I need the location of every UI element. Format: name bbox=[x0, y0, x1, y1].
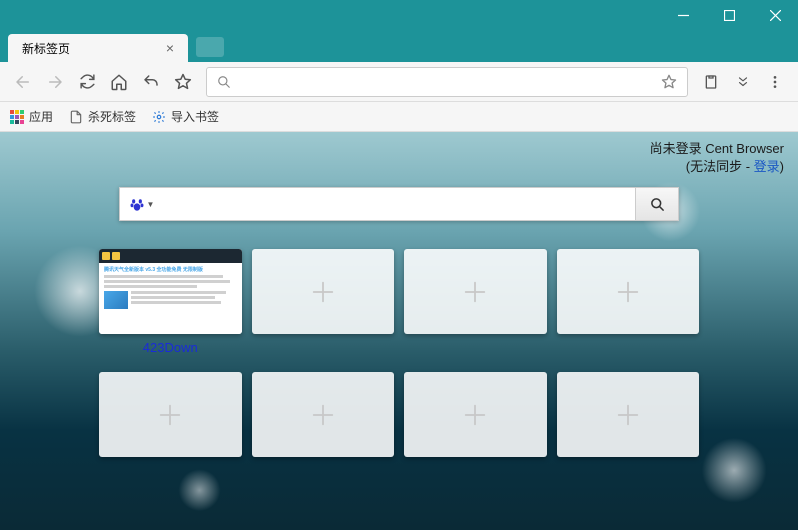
url-input[interactable] bbox=[239, 74, 653, 89]
tile-7[interactable] bbox=[557, 372, 700, 479]
gear-icon bbox=[152, 110, 166, 124]
import-bookmarks-link[interactable]: 导入书签 bbox=[152, 108, 219, 125]
undo-button[interactable] bbox=[136, 67, 166, 97]
tile-5[interactable] bbox=[252, 372, 395, 479]
reload-button[interactable] bbox=[72, 67, 102, 97]
url-bar[interactable] bbox=[206, 67, 688, 97]
login-status: 尚未登录 Cent Browser (无法同步 - 登录) bbox=[650, 140, 784, 176]
clipboard-icon bbox=[703, 74, 719, 90]
bookmarks-bar: 应用 杀死标签 导入书签 bbox=[0, 102, 798, 132]
tile-add[interactable] bbox=[557, 249, 700, 334]
tile-label bbox=[557, 340, 700, 356]
tile-add[interactable] bbox=[252, 249, 395, 334]
speed-dial-grid: 腾讯天气全新版本 v5.3 全功能免费 无限制版 423Down bbox=[99, 249, 699, 479]
forward-arrow-icon bbox=[46, 73, 64, 91]
tile-add[interactable] bbox=[557, 372, 700, 457]
star-icon bbox=[174, 73, 192, 91]
forward-button[interactable] bbox=[40, 67, 70, 97]
menu-button[interactable] bbox=[760, 67, 790, 97]
tile-1[interactable] bbox=[252, 249, 395, 356]
tile-label bbox=[404, 463, 547, 479]
plus-icon bbox=[156, 401, 184, 429]
plus-icon bbox=[614, 401, 642, 429]
tab-close-button[interactable]: × bbox=[162, 40, 178, 56]
bookmark-outline-icon[interactable] bbox=[661, 74, 677, 90]
kill-tabs-bookmark[interactable]: 杀死标签 bbox=[69, 108, 136, 125]
window-maximize-button[interactable] bbox=[706, 0, 752, 30]
window-close-button[interactable] bbox=[752, 0, 798, 30]
back-button[interactable] bbox=[8, 67, 38, 97]
tile-label: 423Down bbox=[99, 340, 242, 356]
chevrons-down-icon bbox=[736, 75, 750, 89]
kebab-menu-icon bbox=[767, 74, 783, 90]
login-line2: (无法同步 - 登录) bbox=[650, 158, 784, 176]
tile-0[interactable]: 腾讯天气全新版本 v5.3 全功能免费 无限制版 423Down bbox=[99, 249, 242, 356]
tab-title: 新标签页 bbox=[22, 40, 70, 57]
tile-add[interactable] bbox=[404, 372, 547, 457]
file-icon bbox=[69, 110, 83, 124]
tile-2[interactable] bbox=[404, 249, 547, 356]
window-minimize-button[interactable] bbox=[660, 0, 706, 30]
tile-4[interactable] bbox=[99, 372, 242, 479]
tile-add[interactable] bbox=[99, 372, 242, 457]
window-titlebar bbox=[0, 0, 798, 30]
search-input[interactable] bbox=[163, 187, 635, 221]
apps-grid-icon bbox=[10, 110, 24, 124]
home-button[interactable] bbox=[104, 67, 134, 97]
tile-label bbox=[99, 463, 242, 479]
tile-add[interactable] bbox=[404, 249, 547, 334]
tabs-bar: 新标签页 × bbox=[0, 30, 798, 62]
more-chevrons-button[interactable] bbox=[728, 67, 758, 97]
home-icon bbox=[110, 73, 128, 91]
close-icon bbox=[770, 10, 781, 21]
search-icon bbox=[650, 197, 665, 212]
chevron-down-icon: ▼ bbox=[147, 200, 155, 209]
new-tab-page: 尚未登录 Cent Browser (无法同步 - 登录) ▼ 腾讯天气全新版本… bbox=[0, 132, 798, 530]
search-box: ▼ bbox=[119, 187, 679, 221]
apps-bookmark[interactable]: 应用 bbox=[10, 108, 53, 125]
login-line1: 尚未登录 Cent Browser bbox=[650, 140, 784, 158]
tile-thumb[interactable]: 腾讯天气全新版本 v5.3 全功能免费 无限制版 bbox=[99, 249, 242, 334]
apps-label: 应用 bbox=[29, 108, 53, 125]
tile-add[interactable] bbox=[252, 372, 395, 457]
tile-label bbox=[252, 340, 395, 356]
undo-icon bbox=[142, 73, 160, 91]
import-label: 导入书签 bbox=[171, 108, 219, 125]
tile-label bbox=[557, 463, 700, 479]
plus-icon bbox=[309, 278, 337, 306]
plus-icon bbox=[461, 401, 489, 429]
plus-icon bbox=[461, 278, 489, 306]
clipboard-button[interactable] bbox=[696, 67, 726, 97]
baidu-icon bbox=[129, 196, 145, 212]
browser-tab[interactable]: 新标签页 × bbox=[8, 34, 188, 62]
kill-tabs-label: 杀死标签 bbox=[88, 108, 136, 125]
search-engine-picker[interactable]: ▼ bbox=[119, 187, 163, 221]
back-arrow-icon bbox=[14, 73, 32, 91]
site-preview: 腾讯天气全新版本 v5.3 全功能免费 无限制版 bbox=[99, 249, 242, 334]
reload-icon bbox=[79, 73, 96, 90]
minimize-icon bbox=[678, 10, 689, 21]
tile-3[interactable] bbox=[557, 249, 700, 356]
plus-icon bbox=[614, 278, 642, 306]
new-tab-button[interactable] bbox=[196, 37, 224, 57]
tile-label bbox=[404, 340, 547, 356]
maximize-icon bbox=[724, 10, 735, 21]
tile-6[interactable] bbox=[404, 372, 547, 479]
login-link[interactable]: 登录 bbox=[754, 159, 780, 174]
bookmark-star-button[interactable] bbox=[168, 67, 198, 97]
tile-label bbox=[252, 463, 395, 479]
plus-icon bbox=[309, 401, 337, 429]
search-icon bbox=[217, 75, 231, 89]
search-button[interactable] bbox=[635, 187, 679, 221]
nav-toolbar bbox=[0, 62, 798, 102]
